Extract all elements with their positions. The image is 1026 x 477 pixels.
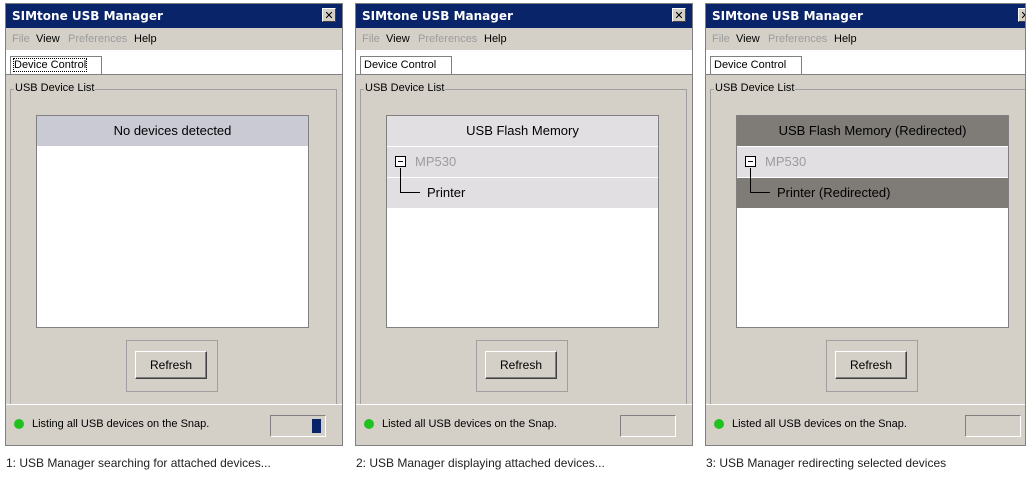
- tab-panel: USB Device List No devices detected Refr…: [6, 74, 342, 407]
- status-dot-icon: [714, 419, 724, 429]
- device-label: Printer (Redirected): [777, 185, 891, 200]
- menu-file[interactable]: File: [712, 33, 730, 45]
- close-icon[interactable]: ✕: [672, 8, 686, 22]
- empty-message: No devices detected: [37, 116, 308, 146]
- device-label: MP530: [415, 154, 457, 169]
- collapse-icon[interactable]: [745, 156, 756, 167]
- group-label: USB Device List: [14, 82, 96, 94]
- usb-device-list-group: USB Device List No devices detected Refr…: [10, 82, 337, 407]
- refresh-button-frame: Refresh: [126, 340, 218, 392]
- refresh-button[interactable]: Refresh: [485, 351, 557, 379]
- progress-bar: [620, 415, 676, 437]
- usb-device-list-group: USB Device List USB Flash Memory MP530 P…: [360, 82, 687, 407]
- menu-view[interactable]: View: [36, 33, 60, 45]
- menu-help[interactable]: Help: [484, 33, 507, 45]
- tab-device-control[interactable]: Device Control: [10, 56, 102, 74]
- tab-label: Device Control: [714, 59, 787, 71]
- status-bar: Listed all USB devices on the Snap.: [706, 404, 1025, 445]
- window-title: SIMtone USB Manager: [12, 9, 163, 23]
- status-bar: Listed all USB devices on the Snap.: [356, 404, 692, 445]
- tab-strip: Device Control: [356, 50, 692, 74]
- usb-manager-window-2: SIMtone USB Manager ✕ File View Preferen…: [355, 3, 693, 446]
- close-icon[interactable]: ✕: [322, 8, 336, 22]
- progress-bar: [965, 415, 1021, 437]
- device-label: MP530: [765, 154, 807, 169]
- close-icon[interactable]: ✕: [1018, 8, 1025, 22]
- menu-view[interactable]: View: [736, 33, 760, 45]
- menu-preferences[interactable]: Preferences: [418, 33, 477, 45]
- device-list[interactable]: USB Flash Memory MP530 Printer: [386, 115, 659, 328]
- list-item-usb-flash-memory[interactable]: USB Flash Memory (Redirected): [737, 116, 1008, 146]
- tab-panel: USB Device List USB Flash Memory (Redire…: [706, 74, 1025, 407]
- device-list[interactable]: No devices detected: [36, 115, 309, 328]
- status-bar: Listing all USB devices on the Snap.: [6, 404, 342, 445]
- status-text: Listed all USB devices on the Snap.: [732, 418, 907, 430]
- device-label: USB Flash Memory: [466, 123, 579, 138]
- tree-connector: [750, 192, 770, 193]
- menu-bar: File View Preferences Help: [6, 28, 342, 50]
- title-bar[interactable]: SIMtone USB Manager ✕: [706, 4, 1025, 28]
- tab-label: Device Control: [364, 59, 437, 71]
- tab-device-control[interactable]: Device Control: [360, 56, 452, 74]
- tree-connector: [750, 168, 751, 192]
- status-dot-icon: [14, 419, 24, 429]
- status-text: Listing all USB devices on the Snap.: [32, 418, 210, 430]
- usb-device-list-group: USB Device List USB Flash Memory (Redire…: [710, 82, 1025, 407]
- usb-manager-window-1: SIMtone USB Manager ✕ File View Preferen…: [5, 3, 343, 446]
- list-item-printer[interactable]: Printer (Redirected): [737, 168, 1008, 208]
- menu-view[interactable]: View: [386, 33, 410, 45]
- usb-manager-window-3: SIMtone USB Manager ✕ File View Preferen…: [705, 3, 1026, 446]
- caption-1: 1: USB Manager searching for attached de…: [6, 456, 271, 470]
- window-title: SIMtone USB Manager: [362, 9, 513, 23]
- menu-file[interactable]: File: [362, 33, 380, 45]
- device-list[interactable]: USB Flash Memory (Redirected) MP530 Prin…: [736, 115, 1009, 328]
- progress-fill: [312, 419, 321, 433]
- refresh-button[interactable]: Refresh: [835, 351, 907, 379]
- window-title: SIMtone USB Manager: [712, 9, 863, 23]
- menu-bar: File View Preferences Help: [356, 28, 692, 50]
- tab-panel: USB Device List USB Flash Memory MP530 P…: [356, 74, 692, 407]
- collapse-icon[interactable]: [395, 156, 406, 167]
- title-bar[interactable]: SIMtone USB Manager ✕: [356, 4, 692, 28]
- menu-preferences[interactable]: Preferences: [768, 33, 827, 45]
- device-label: USB Flash Memory (Redirected): [778, 123, 967, 138]
- tab-device-control[interactable]: Device Control: [710, 56, 802, 74]
- device-label: Printer: [427, 185, 466, 200]
- caption-2: 2: USB Manager displaying attached devic…: [356, 456, 605, 470]
- refresh-button-frame: Refresh: [476, 340, 568, 392]
- list-item-usb-flash-memory[interactable]: USB Flash Memory: [387, 116, 658, 146]
- group-label: USB Device List: [714, 82, 796, 94]
- tab-label: Device Control: [12, 58, 88, 72]
- menu-preferences[interactable]: Preferences: [68, 33, 127, 45]
- title-bar[interactable]: SIMtone USB Manager ✕: [6, 4, 342, 28]
- tab-strip: Device Control: [706, 50, 1025, 74]
- list-item-mp530[interactable]: MP530: [387, 147, 658, 177]
- progress-bar: [270, 415, 326, 437]
- menu-bar: File View Preferences Help: [706, 28, 1025, 50]
- list-item-mp530[interactable]: MP530: [737, 147, 1008, 177]
- refresh-button-frame: Refresh: [826, 340, 918, 392]
- tab-strip: Device Control: [6, 50, 342, 74]
- refresh-button[interactable]: Refresh: [135, 351, 207, 379]
- caption-3: 3: USB Manager redirecting selected devi…: [706, 456, 947, 470]
- menu-file[interactable]: File: [12, 33, 30, 45]
- menu-help[interactable]: Help: [134, 33, 157, 45]
- menu-help[interactable]: Help: [834, 33, 857, 45]
- status-dot-icon: [364, 419, 374, 429]
- group-label: USB Device List: [364, 82, 446, 94]
- tree-connector: [400, 168, 401, 192]
- list-item-printer[interactable]: Printer: [387, 168, 658, 208]
- tree-connector: [400, 192, 420, 193]
- status-text: Listed all USB devices on the Snap.: [382, 418, 557, 430]
